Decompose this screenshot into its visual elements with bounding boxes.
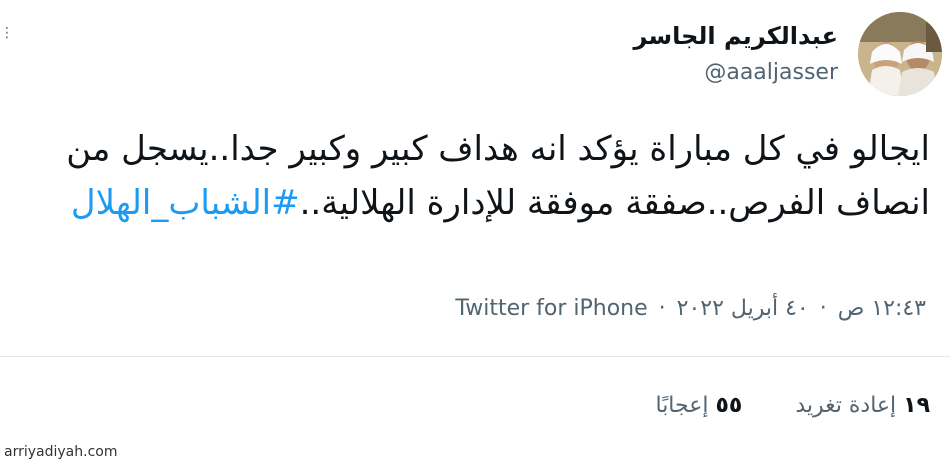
tweet-meta: ١٢:٤٣ ص · ٤٠ أبريل ٢٠٢٢ · Twitter for iP… [455,296,926,321]
meta-separator-2: · [658,296,666,321]
meta-separator: · [819,296,827,321]
tweet-card: ⋮ عبدالكريم الجاسر @aaaljasser ايجالو في… [0,0,950,465]
likes-count: ٥٥ [715,393,743,418]
retweets-label: إعادة تغريد [795,393,897,418]
hashtag-link[interactable]: #الشباب_الهلال [71,183,300,223]
retweets-count: ١٩ [903,393,930,418]
likes-label: إعجابًا [655,393,709,418]
tweet-stats: ١٩ إعادة تغريد ٥٥ إعجابًا [655,393,930,418]
avatar[interactable] [858,12,942,96]
tweet-time[interactable]: ١٢:٤٣ ص [838,296,926,321]
avatar-image [858,12,942,96]
tweet-source[interactable]: Twitter for iPhone [455,296,647,321]
author-name[interactable]: عبدالكريم الجاسر [634,22,838,50]
likes-stat[interactable]: ٥٥ إعجابًا [655,393,742,418]
tweet-text: ايجالو في كل مباراة يؤكد انه هداف كبير و… [20,122,930,230]
divider [0,356,950,357]
tweet-date[interactable]: ٤٠ أبريل ٢٠٢٢ [677,296,809,321]
author-handle[interactable]: @aaaljasser [704,60,838,85]
watermark: arriyadiyah.com [4,444,118,460]
more-options-icon[interactable]: ⋮ [0,24,14,42]
retweets-stat[interactable]: ١٩ إعادة تغريد [788,393,930,418]
